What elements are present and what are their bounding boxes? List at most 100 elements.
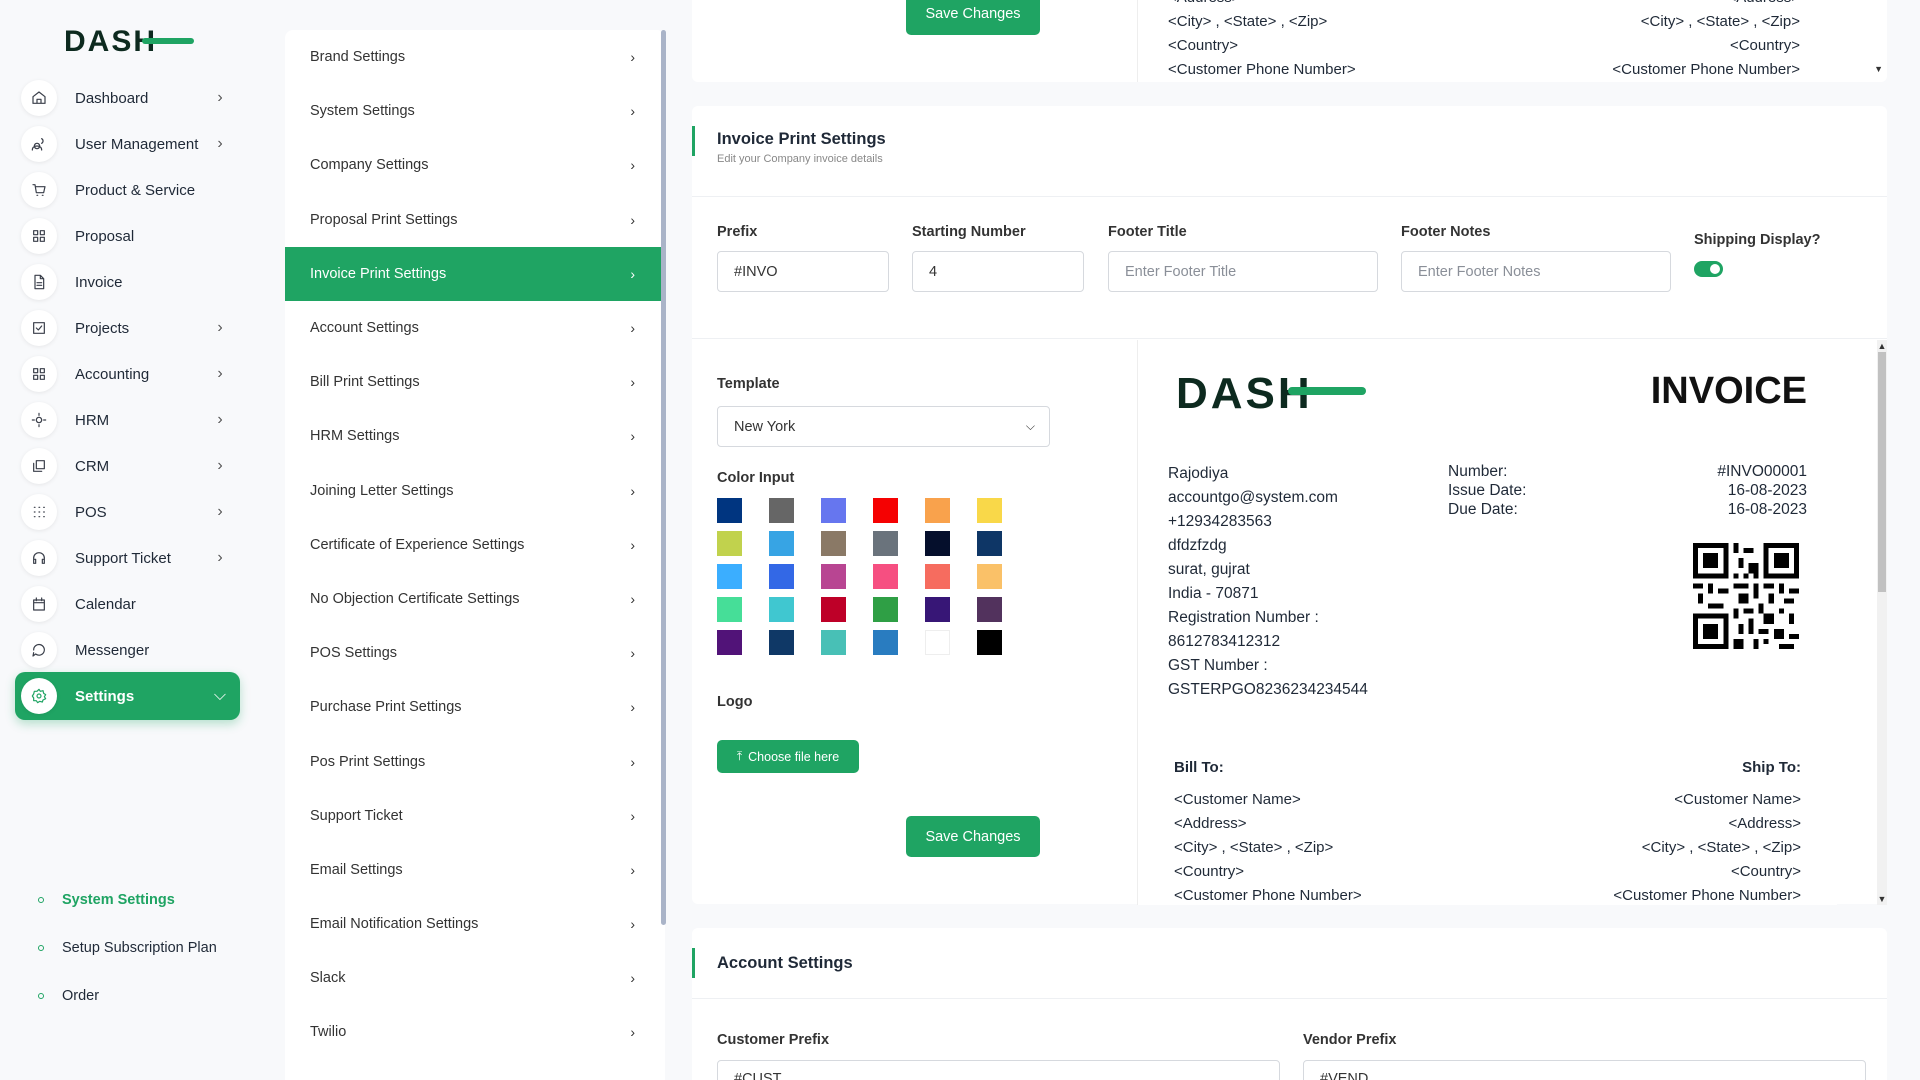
- settings-list-item[interactable]: Joining Letter Settings ›: [285, 464, 665, 518]
- sidebar-item-settings[interactable]: Settings ⌵: [15, 672, 240, 720]
- shipping-display-toggle[interactable]: [1694, 261, 1723, 277]
- settings-list-item[interactable]: No Objection Certificate Settings ›: [285, 572, 665, 626]
- settings-list-scrollbar[interactable]: [661, 30, 666, 925]
- color-swatch[interactable]: [769, 630, 794, 655]
- color-swatch[interactable]: [821, 531, 846, 556]
- settings-list-item[interactable]: Slack ›: [285, 951, 665, 1005]
- color-swatch[interactable]: [717, 564, 742, 589]
- submenu-item[interactable]: Order: [38, 988, 99, 1004]
- color-swatch[interactable]: [769, 498, 794, 523]
- color-swatch[interactable]: [821, 597, 846, 622]
- color-swatch[interactable]: [925, 630, 950, 655]
- settings-list-item[interactable]: Proposal Print Settings ›: [285, 193, 665, 247]
- vendor-prefix-input[interactable]: #VEND: [1303, 1060, 1866, 1080]
- scroll-down-icon[interactable]: ▼: [1877, 893, 1887, 905]
- vendor-prefix-label: Vendor Prefix: [1303, 1032, 1397, 1048]
- chevron-right-icon: ›: [217, 89, 223, 106]
- color-swatch[interactable]: [717, 630, 742, 655]
- cart-icon: [21, 172, 57, 208]
- sidebar-item-crm[interactable]: CRM ›: [15, 442, 240, 490]
- settings-list-item[interactable]: POS Settings ›: [285, 626, 665, 680]
- sidebar-item-invoice[interactable]: Invoice: [15, 258, 240, 306]
- color-swatch[interactable]: [821, 564, 846, 589]
- sidebar-item-proposal[interactable]: Proposal: [15, 212, 240, 260]
- text-line: <City> , <State> , <Zip>: [1174, 839, 1334, 856]
- settings-list-item[interactable]: Support Ticket ›: [285, 789, 665, 843]
- color-swatch[interactable]: [769, 597, 794, 622]
- template-select[interactable]: New York ⌵: [717, 406, 1050, 447]
- prefix-input[interactable]: #INVO: [717, 251, 889, 292]
- color-swatch[interactable]: [821, 630, 846, 655]
- sidebar-item-label: POS: [75, 503, 107, 521]
- sidebar-item-label: Support Ticket: [75, 549, 171, 567]
- color-swatch[interactable]: [717, 597, 742, 622]
- color-swatch[interactable]: [977, 597, 1002, 622]
- color-swatch[interactable]: [873, 630, 898, 655]
- submenu-item[interactable]: System Settings: [38, 892, 175, 908]
- settings-list-item[interactable]: HRM Settings ›: [285, 409, 665, 463]
- scroll-down-icon[interactable]: ▼: [1874, 64, 1883, 74]
- color-swatch[interactable]: [769, 531, 794, 556]
- sidebar-item-calendar[interactable]: Calendar: [15, 580, 240, 628]
- settings-list-item[interactable]: Twilio ›: [285, 1005, 665, 1059]
- scroll-up-icon[interactable]: ▲: [1877, 340, 1887, 352]
- color-swatch[interactable]: [873, 597, 898, 622]
- settings-list-item[interactable]: Certificate of Experience Settings ›: [285, 518, 665, 572]
- bullet-icon: [38, 945, 44, 951]
- save-button[interactable]: Save Changes: [906, 0, 1040, 35]
- sidebar-item-messenger[interactable]: Messenger: [15, 626, 240, 674]
- color-swatch[interactable]: [977, 498, 1002, 523]
- settings-list-item[interactable]: Email Settings ›: [285, 843, 665, 897]
- color-swatch[interactable]: [717, 531, 742, 556]
- settings-list-item[interactable]: Email Notification Settings ›: [285, 897, 665, 951]
- settings-list-item[interactable]: Company Settings ›: [285, 138, 665, 192]
- footer-notes-textarea[interactable]: Enter Footer Notes: [1401, 251, 1671, 292]
- gear-icon: [21, 678, 57, 714]
- sidebar-item-dashboard[interactable]: Dashboard ›: [15, 74, 240, 122]
- color-swatch[interactable]: [925, 597, 950, 622]
- settings-list-item[interactable]: System Settings ›: [285, 84, 665, 138]
- settings-list-item[interactable]: Bill Print Settings ›: [285, 355, 665, 409]
- customer-prefix-input[interactable]: #CUST: [717, 1060, 1280, 1080]
- sidebar-item-accounting[interactable]: Accounting ›: [15, 350, 240, 398]
- starting-number-input[interactable]: 4: [912, 251, 1084, 292]
- sidebar-item-support-ticket[interactable]: Support Ticket ›: [15, 534, 240, 582]
- color-swatch[interactable]: [925, 498, 950, 523]
- sidebar-item-hrm[interactable]: HRM ›: [15, 396, 240, 444]
- settings-list-item[interactable]: Invoice Print Settings ›: [285, 246, 665, 301]
- chevron-right-icon: ›: [630, 428, 635, 445]
- color-swatch[interactable]: [977, 531, 1002, 556]
- submenu-item[interactable]: Setup Subscription Plan: [38, 940, 217, 956]
- choose-file-button[interactable]: ⤒ Choose file here: [717, 740, 859, 773]
- users-icon: [21, 126, 57, 162]
- scroll-thumb[interactable]: [1878, 352, 1886, 592]
- sidebar-item-pos[interactable]: POS ›: [15, 488, 240, 536]
- color-swatch[interactable]: [925, 531, 950, 556]
- sidebar-item-label: Proposal: [75, 227, 135, 245]
- save-button[interactable]: Save Changes: [906, 816, 1040, 857]
- text-line: Due Date:: [1448, 501, 1518, 518]
- color-swatch[interactable]: [821, 498, 846, 523]
- footer-title-input[interactable]: Enter Footer Title: [1108, 251, 1378, 292]
- sidebar-item-label: User Management: [75, 135, 199, 153]
- text-line: <City> , <State> , <Zip>: [1641, 839, 1801, 856]
- settings-list-item[interactable]: Account Settings ›: [285, 301, 665, 355]
- color-swatch[interactable]: [873, 531, 898, 556]
- bill-to-heading: Bill To:: [1174, 759, 1224, 776]
- color-swatch[interactable]: [977, 630, 1002, 655]
- settings-list-item[interactable]: Brand Settings ›: [285, 30, 665, 84]
- preview-scrollbar[interactable]: ▲ ▼: [1877, 340, 1887, 905]
- color-swatch[interactable]: [977, 564, 1002, 589]
- settings-list-item[interactable]: Purchase Print Settings ›: [285, 680, 665, 734]
- sidebar-item-projects[interactable]: Projects ›: [15, 304, 240, 352]
- settings-list-item[interactable]: Pos Print Settings ›: [285, 734, 665, 788]
- color-swatch[interactable]: [717, 498, 742, 523]
- color-swatch[interactable]: [769, 564, 794, 589]
- sidebar-item-product-service[interactable]: Product & Service: [15, 166, 240, 214]
- color-swatch[interactable]: [873, 564, 898, 589]
- color-swatch[interactable]: [925, 564, 950, 589]
- sidebar-item-user-management[interactable]: User Management ›: [15, 120, 240, 168]
- color-swatch[interactable]: [873, 498, 898, 523]
- choose-file-label: Choose file here: [748, 749, 840, 764]
- proposal-preview-remnant: <Address> <City> , <State> , <Zip> <Countr…: [1137, 0, 1872, 82]
